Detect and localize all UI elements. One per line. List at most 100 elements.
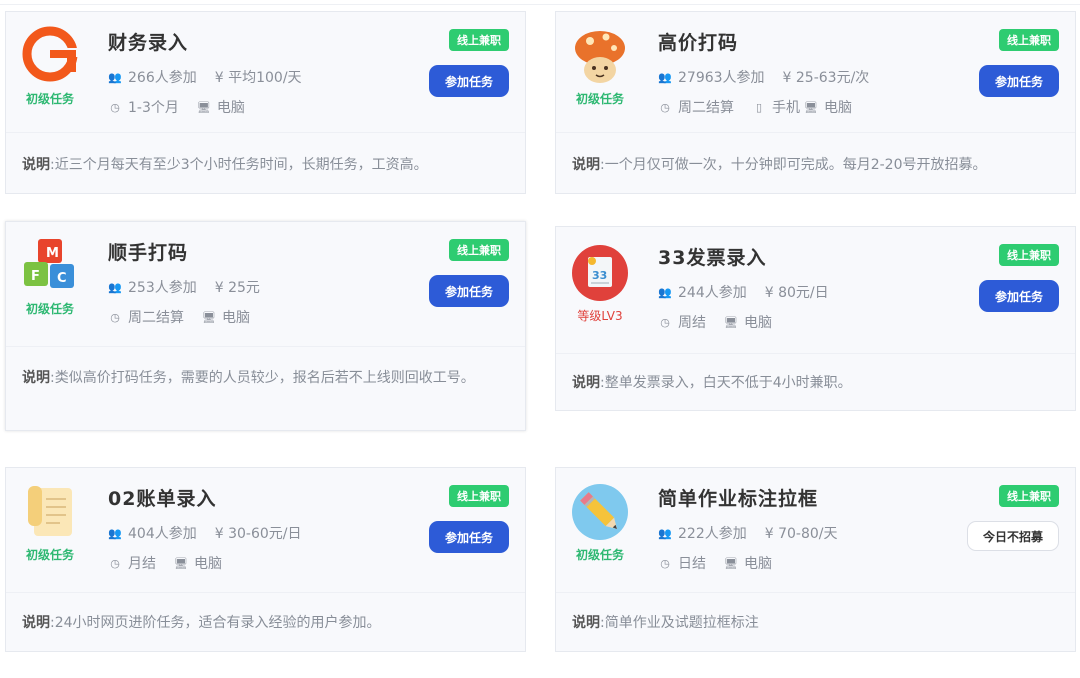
task-level: 初级任务: [575, 548, 624, 562]
task-meta-row: 👥 244人参加 ¥ 80元/日: [658, 282, 829, 302]
divider: [6, 592, 525, 593]
clock-icon: ◷: [660, 315, 670, 329]
phone-icon: ▯: [755, 100, 763, 114]
join-task-button[interactable]: 参加任务: [979, 65, 1059, 97]
clock-icon: ◷: [110, 100, 120, 114]
device: 电脑: [744, 315, 772, 331]
not-recruiting-button[interactable]: 今日不招募: [967, 521, 1059, 551]
duration: 月结: [128, 556, 156, 572]
divider: [556, 132, 1075, 133]
tag-badge: 线上兼职: [999, 29, 1059, 51]
monitor-icon: 🖥: [202, 310, 216, 324]
task-level: 初级任务: [25, 548, 74, 562]
task-title: 顺手打码: [108, 242, 189, 264]
user-icon: 👥: [108, 280, 122, 294]
task-card[interactable]: 初级任务 财务录入 👥 266人参加 ¥ 平均100/天 ◷ 1-3个月 🖥 电…: [5, 11, 526, 194]
join-task-button[interactable]: 参加任务: [429, 275, 509, 307]
user-icon: 👥: [658, 285, 672, 299]
participants: 253人参加: [128, 280, 197, 296]
task-description: 说明:简单作业及试题拉框标注: [572, 615, 759, 631]
task-title: 02账单录入: [108, 488, 217, 510]
user-icon: 👥: [658, 526, 672, 540]
join-task-button[interactable]: 参加任务: [429, 521, 509, 553]
task-title: 高价打码: [658, 32, 739, 54]
tag-badge: 线上兼职: [449, 485, 509, 507]
device: 手机: [772, 100, 800, 116]
pay: ¥ 70-80/天: [764, 526, 838, 542]
device: 电脑: [216, 100, 245, 116]
tag-badge: 线上兼职: [449, 29, 509, 51]
task-meta-row: ◷ 周二结算 ▯ 手机 🖥 电脑: [658, 97, 852, 117]
task-card[interactable]: 33 等级LV3 33发票录入 👥 244人参加 ¥ 80元/日 ◷ 周结 🖥 …: [555, 226, 1076, 411]
task-card[interactable]: M F C 初级任务 顺手打码 👥 253人参加 ¥ 25元 ◷ 周二结算 🖥 …: [5, 221, 526, 431]
device: 电脑: [222, 310, 250, 326]
task-meta-row: ◷ 周二结算 🖥 电脑: [108, 307, 250, 327]
monitor-icon: 🖥: [174, 556, 188, 570]
user-icon: 👥: [658, 70, 672, 84]
task-description: 说明:类似高价打码任务，需要的人员较少，报名后若不上线则回收工号。: [22, 370, 475, 386]
svg-text:F: F: [31, 269, 40, 284]
clock-icon: ◷: [110, 310, 120, 324]
pay: ¥ 80元/日: [764, 285, 829, 301]
task-title: 33发票录入: [658, 247, 767, 269]
join-task-button[interactable]: 参加任务: [429, 65, 509, 97]
join-task-button[interactable]: 参加任务: [979, 280, 1059, 312]
device: 电脑: [744, 556, 772, 572]
svg-text:C: C: [57, 271, 67, 286]
duration: 周结: [678, 315, 706, 331]
svg-text:M: M: [46, 246, 59, 261]
divider: [556, 353, 1075, 354]
task-meta-row: ◷ 周结 🖥 电脑: [658, 312, 772, 332]
participants: 222人参加: [678, 526, 747, 542]
task-level: 初级任务: [25, 92, 74, 106]
pay: ¥ 25元: [214, 280, 260, 296]
device: 电脑: [824, 100, 852, 116]
task-meta-row: 👥 404人参加 ¥ 30-60元/日: [108, 523, 302, 543]
task-logo-mushroom: [570, 26, 630, 86]
clock-icon: ◷: [660, 556, 670, 570]
pay: ¥ 30-60元/日: [214, 526, 302, 542]
pay: ¥ 平均100/天: [214, 70, 302, 86]
task-card[interactable]: 初级任务 简单作业标注拉框 👥 222人参加 ¥ 70-80/天 ◷ 日结 🖥 …: [555, 467, 1076, 652]
task-description: 说明:近三个月每天有至少3个小时任务时间，长期任务，工资高。: [22, 157, 428, 173]
task-card[interactable]: 初级任务 高价打码 👥 27963人参加 ¥ 25-63元/次 ◷ 周二结算 ▯…: [555, 11, 1076, 194]
divider: [556, 592, 1075, 593]
monitor-icon: 🖥: [724, 315, 738, 329]
task-description: 说明:24小时网页进阶任务，适合有录入经验的用户参加。: [22, 615, 381, 631]
task-meta-row: ◷ 日结 🖥 电脑: [658, 553, 772, 573]
task-meta-row: 👥 266人参加 ¥ 平均100/天: [108, 67, 302, 87]
task-logo-cubes: M F C: [20, 236, 80, 296]
user-icon: 👥: [108, 526, 122, 540]
divider: [6, 132, 525, 133]
task-meta-row: ◷ 1-3个月 🖥 电脑: [108, 97, 245, 117]
tag-badge: 线上兼职: [999, 244, 1059, 266]
task-meta-row: 👥 27963人参加 ¥ 25-63元/次: [658, 67, 869, 87]
task-level: 初级任务: [575, 92, 624, 106]
task-level: 等级LV3: [577, 309, 623, 323]
pay: ¥ 25-63元/次: [782, 70, 870, 86]
device: 电脑: [194, 556, 222, 572]
top-divider: [0, 4, 1080, 5]
clock-icon: ◷: [660, 100, 670, 114]
task-description: 说明:一个月仅可做一次，十分钟即可完成。每月2-20号开放招募。: [572, 157, 987, 173]
monitor-icon: 🖥: [196, 100, 211, 114]
duration: 1-3个月: [128, 100, 179, 116]
task-logo-pencil: [570, 482, 630, 542]
task-level: 初级任务: [25, 302, 74, 316]
tag-badge: 线上兼职: [999, 485, 1059, 507]
task-description: 说明:整单发票录入，白天不低于4小时兼职。: [572, 375, 852, 391]
task-logo-invoice: 33: [570, 243, 630, 303]
user-icon: 👥: [108, 70, 122, 84]
duration: 周二结算: [678, 100, 734, 116]
duration: 日结: [678, 556, 706, 572]
task-logo-scroll: [20, 482, 80, 542]
duration: 周二结算: [128, 310, 184, 326]
participants: 244人参加: [678, 285, 747, 301]
participants: 27963人参加: [678, 70, 765, 86]
task-title: 简单作业标注拉框: [658, 488, 819, 510]
task-meta-row: 👥 253人参加 ¥ 25元: [108, 277, 260, 297]
task-card[interactable]: 初级任务 02账单录入 👥 404人参加 ¥ 30-60元/日 ◷ 月结 🖥 电…: [5, 467, 526, 652]
clock-icon: ◷: [110, 556, 120, 570]
participants: 404人参加: [128, 526, 197, 542]
task-meta-row: ◷ 月结 🖥 电脑: [108, 553, 222, 573]
